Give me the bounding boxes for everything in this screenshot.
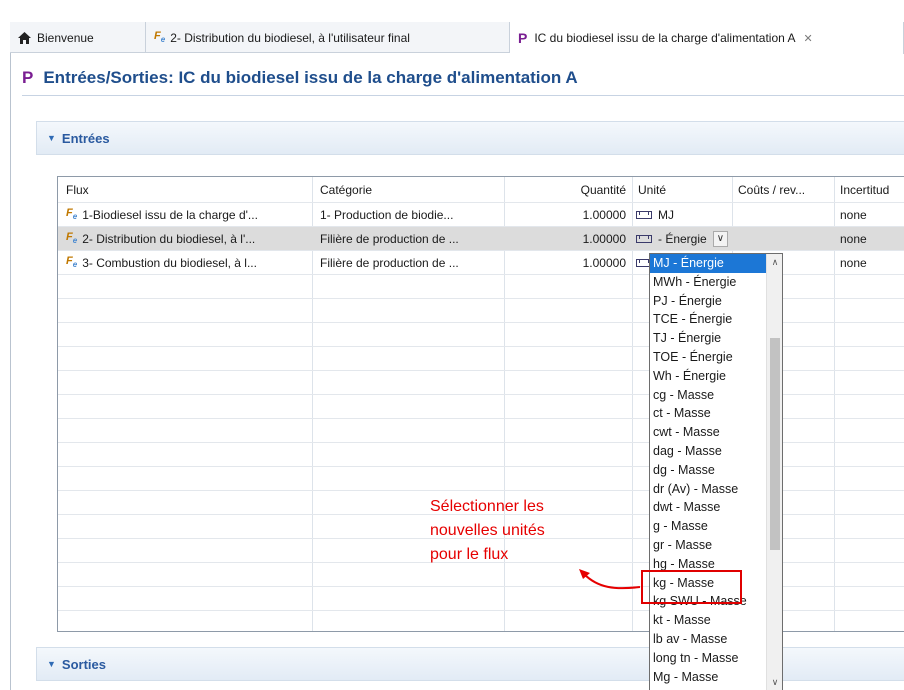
table-header: Flux Catégorie Quantité Unité Coûts / re…	[58, 177, 904, 203]
unit-cell[interactable]: MJ	[636, 203, 730, 226]
column-header-quantite[interactable]: Quantité	[510, 177, 626, 202]
process-icon: P	[518, 30, 528, 46]
column-header-couts[interactable]: Coûts / rev...	[738, 177, 830, 202]
flux-cell: Fe 3- Combustion du biodiesel, à l...	[66, 251, 310, 274]
dropdown-option[interactable]: MJ - Énergie	[650, 254, 768, 273]
tab-label: IC du biodiesel issu de la charge d'alim…	[534, 31, 796, 45]
dropdown-option[interactable]: TCE - Énergie	[650, 310, 768, 329]
uncertainty-cell[interactable]: none	[840, 227, 904, 250]
dropdown-option[interactable]: ct - Masse	[650, 404, 768, 423]
unit-icon	[636, 210, 652, 219]
category-cell: Filière de production de ...	[320, 255, 459, 270]
section-label: Entrées	[61, 130, 110, 146]
dropdown-option[interactable]: cwt - Masse	[650, 423, 768, 442]
home-icon	[18, 31, 31, 44]
quantity-cell[interactable]: 1.00000	[510, 227, 626, 250]
column-header-incertitude[interactable]: Incertitud	[840, 177, 904, 202]
dropdown-option[interactable]: cg - Masse	[650, 386, 768, 405]
table-row[interactable]: Fe 1-Biodiesel issu de la charge d'... 1…	[58, 203, 904, 227]
page-title: Entrées/Sorties: IC du biodiesel issu de…	[43, 68, 578, 87]
tab-bar: Bienvenue Fe 2- Distribution du biodiese…	[10, 22, 904, 54]
page-header: P Entrées/Sorties: IC du biodiesel issu …	[22, 64, 578, 92]
dropdown-option[interactable]: dag - Masse	[650, 442, 768, 461]
uncertainty-cell[interactable]: none	[840, 251, 904, 274]
dropdown-option[interactable]: long tn - Masse	[650, 649, 768, 668]
dropdown-option[interactable]: dwt - Masse	[650, 498, 768, 517]
dropdown-option[interactable]: PJ - Énergie	[650, 292, 768, 311]
flow-icon: Fe	[66, 207, 78, 222]
dropdown-option[interactable]: TOE - Énergie	[650, 348, 768, 367]
flux-cell: Fe 1-Biodiesel issu de la charge d'...	[66, 203, 310, 226]
dropdown-option[interactable]: TJ - Énergie	[650, 329, 768, 348]
tab-ic-biodiesel[interactable]: P IC du biodiesel issu de la charge d'al…	[510, 22, 904, 54]
unit-dropdown-list[interactable]: MJ - Énergie MWh - Énergie PJ - Énergie …	[649, 253, 783, 690]
flux-name: 2- Distribution du biodiesel, à l'...	[82, 231, 256, 246]
scroll-down-icon[interactable]: ∨	[767, 674, 782, 690]
annotation-line: pour le flux	[430, 546, 509, 563]
dropdown-option[interactable]: gr - Masse	[650, 536, 768, 555]
dropdown-option[interactable]: Mg - Masse	[650, 668, 768, 687]
annotation-line: Sélectionner les	[430, 498, 544, 515]
flow-icon: Fe	[66, 255, 78, 270]
dropdown-option[interactable]: MWh - Énergie	[650, 273, 768, 292]
dropdown-option[interactable]: Wh - Énergie	[650, 367, 768, 386]
close-icon[interactable]: ✕	[803, 32, 812, 45]
section-label: Sorties	[61, 656, 106, 672]
quantity-cell[interactable]: 1.00000	[510, 203, 626, 226]
table-row-selected[interactable]: Fe 2- Distribution du biodiesel, à l'...…	[58, 227, 904, 251]
quantity-cell[interactable]: 1.00000	[510, 251, 626, 274]
dropdown-option[interactable]: dg - Masse	[650, 461, 768, 480]
scrollbar-thumb[interactable]	[770, 338, 780, 550]
annotation-arrow-icon	[579, 569, 641, 590]
section-entrees[interactable]: ▼ Entrées	[36, 121, 904, 155]
flux-name: 3- Combustion du biodiesel, à l...	[82, 255, 257, 270]
dropdown-scrollbar[interactable]: ∧ ∨	[766, 254, 782, 690]
uncertainty-cell[interactable]: none	[840, 203, 904, 226]
category-cell: Filière de production de ...	[320, 231, 459, 246]
tab-distribution[interactable]: Fe 2- Distribution du biodiesel, à l'uti…	[146, 22, 510, 53]
scroll-up-icon[interactable]: ∧	[767, 254, 782, 270]
unit-combo[interactable]: - Énergie ∨	[636, 227, 756, 250]
tab-bienvenue[interactable]: Bienvenue	[10, 22, 146, 53]
dropdown-option[interactable]: dr (Av) - Masse	[650, 480, 768, 499]
highlight-box	[641, 570, 742, 604]
column-header-flux[interactable]: Flux	[66, 177, 306, 202]
flow-icon: Fe	[66, 231, 78, 246]
category-cell: 1- Production de biodie...	[320, 207, 454, 222]
column-header-categorie[interactable]: Catégorie	[320, 177, 500, 202]
flux-name: 1-Biodiesel issu de la charge d'...	[82, 207, 258, 222]
unit-value: MJ	[658, 207, 674, 222]
flux-cell: Fe 2- Distribution du biodiesel, à l'...	[66, 227, 310, 250]
collapse-arrow-icon[interactable]: ▼	[47, 659, 56, 669]
column-header-unite[interactable]: Unité	[638, 177, 728, 202]
header-divider	[22, 95, 904, 96]
flow-icon: Fe	[154, 30, 166, 45]
dropdown-option[interactable]: g - Masse	[650, 517, 768, 536]
collapse-arrow-icon[interactable]: ▼	[47, 133, 56, 143]
annotation-line: nouvelles unités	[430, 522, 545, 539]
tab-label: 2- Distribution du biodiesel, à l'utilis…	[170, 30, 410, 45]
chevron-down-icon[interactable]: ∨	[712, 230, 729, 247]
annotation-text: Sélectionner les nouvelles unités pour l…	[430, 495, 545, 567]
dropdown-option[interactable]: lb av - Masse	[650, 630, 768, 649]
unit-value: - Énergie	[658, 231, 707, 246]
process-icon: P	[22, 68, 34, 87]
unit-icon	[636, 234, 652, 243]
tab-label: Bienvenue	[37, 30, 94, 45]
dropdown-option[interactable]: kt - Masse	[650, 611, 768, 630]
